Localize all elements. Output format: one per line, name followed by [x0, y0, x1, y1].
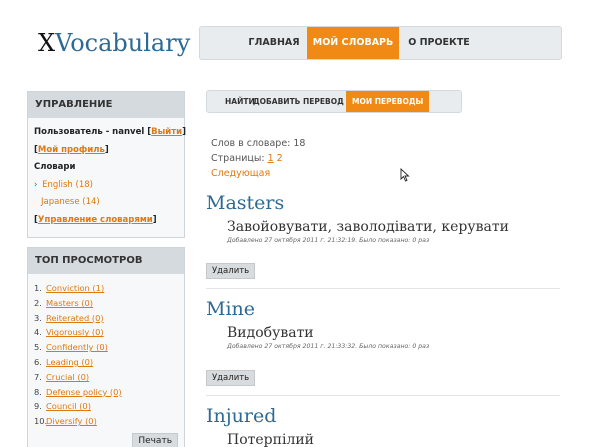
entry-injured: Injured Потерпілий [206, 405, 560, 447]
item-number: 1. [34, 283, 42, 293]
manage-line: [Управление словарями] [34, 214, 157, 225]
entry-mine: Mine Видобувати Добавлено 27 октября 201… [206, 298, 560, 386]
top-views-item: 5. Confidently (0) [34, 340, 178, 355]
top-word-link[interactable]: Defense policy (0) [46, 387, 122, 397]
mouse-cursor-icon [400, 168, 410, 182]
dictionaries-label: Словари [34, 162, 76, 172]
top-word-link[interactable]: Confidently (0) [46, 342, 108, 352]
entry-translation: Видобувати [227, 325, 314, 341]
top-views-panel: ТОП ПРОСМОТРОВ 1. Conviction (1) 2. Masters… [27, 247, 185, 447]
dict-japanese[interactable]: Japanese (14) [34, 194, 178, 212]
dict-english-label: English (18) [42, 179, 93, 190]
top-views-title: ТОП ПРОСМОТРОВ [28, 248, 184, 274]
management-panel: УПРАВЛЕНИЕ Пользователь - nanvel [Выйти]… [27, 91, 186, 238]
pages-label: Страницы: [211, 153, 268, 164]
next-page-link[interactable]: Следующая [211, 166, 305, 181]
profile-line: [Мой профиль] [34, 144, 109, 155]
top-views-item: 9. Council (0) [34, 399, 178, 414]
entry-word[interactable]: Masters [206, 192, 560, 214]
top-views-item: 3. Reiterated (0) [34, 311, 178, 326]
entry-meta: Добавлено 27 октября 2011 г. 21:32:19. Б… [227, 237, 430, 244]
site-logo[interactable]: XVocabulary [38, 29, 190, 57]
item-number: 3. [34, 312, 42, 323]
logo-text: Vocabulary [55, 29, 191, 57]
top-word-link[interactable]: Council (0) [46, 401, 91, 411]
print-button[interactable]: Печать [132, 432, 178, 447]
nav-about[interactable]: О ПРОЕКТЕ [399, 27, 479, 59]
top-views-item: 2. Masters (0) [34, 296, 178, 311]
top-word-link[interactable]: Conviction (1) [46, 283, 104, 293]
pages-line: Страницы: 1 2 [211, 151, 305, 166]
top-word-link[interactable]: Reiterated (0) [46, 313, 104, 323]
page-1-link[interactable]: 1 [268, 153, 274, 164]
nav-home[interactable]: ГЛАВНАЯ [236, 27, 312, 59]
manage-dictionaries-link[interactable]: Управление словарями [38, 215, 153, 225]
subnav-find[interactable]: НАЙТИ [225, 91, 255, 112]
top-word-link[interactable]: Leading (0) [46, 357, 93, 367]
user-text: Пользователь - nanvel [34, 127, 148, 137]
top-word-link[interactable]: Diversify (0) [46, 416, 97, 426]
entry-translation: Потерпілий [227, 432, 314, 447]
top-word-link[interactable]: Vigorously (0) [46, 327, 104, 337]
dictionary-stats: Слов в словаре: 18 Страницы: 1 2 Следующ… [211, 136, 305, 181]
logo-x: X [38, 29, 56, 57]
item-number: 4. [34, 327, 42, 338]
item-number: 8. [34, 386, 42, 397]
dict-english[interactable]: › English (18) [34, 177, 178, 195]
word-count: Слов в словаре: 18 [211, 138, 306, 149]
delete-button[interactable]: Удалить [206, 263, 256, 279]
entry-word[interactable]: Mine [206, 298, 560, 320]
top-word-link[interactable]: Masters (0) [46, 298, 93, 308]
top-views-list: 1. Conviction (1) 2. Masters (0) 3. Reiterate… [34, 281, 178, 429]
item-number: 6. [34, 356, 42, 367]
entry-word[interactable]: Injured [206, 405, 560, 427]
page-2-link[interactable]: 2 [277, 153, 283, 164]
profile-link[interactable]: Мой профиль [38, 145, 105, 155]
top-views-item: 8. Defense policy (0) [34, 385, 178, 400]
subnav-add-translation[interactable]: ДОБАВИТЬ ПЕРЕВОД [253, 91, 344, 112]
entry-translation: Завойовувати, заволодівати, керувати [227, 219, 509, 235]
entry-meta: Добавлено 27 октября 2011 г. 21:33:32. Б… [227, 343, 430, 350]
top-views-item: 10.Diversify (0) [34, 414, 178, 429]
delete-button[interactable]: Удалить [206, 370, 256, 386]
logout-link[interactable]: Выйти [151, 127, 182, 137]
chevron-right-icon: › [34, 179, 38, 190]
subnav-my-translations[interactable]: МОИ ПЕРЕВОДЫ [346, 91, 430, 112]
top-views-item: 1. Conviction (1) [34, 281, 178, 296]
sub-nav: НАЙТИ ДОБАВИТЬ ПЕРЕВОД МОИ ПЕРЕВОДЫ [206, 90, 462, 113]
nav-my-dictionary[interactable]: МОЙ СЛОВАРЬ [307, 27, 399, 59]
top-views-item: 6. Leading (0) [34, 355, 178, 370]
entry-masters: Masters Завойовувати, заволодівати, керу… [206, 192, 560, 279]
item-number: 5. [34, 342, 42, 353]
divider [206, 395, 560, 396]
item-number: 10. [34, 416, 48, 427]
item-number: 2. [34, 297, 42, 308]
user-line: Пользователь - nanvel [Выйти] [34, 127, 186, 137]
top-views-item: 4. Vigorously (0) [34, 325, 178, 340]
dict-japanese-label: Japanese (14) [41, 197, 100, 207]
divider [206, 288, 560, 289]
top-word-link[interactable]: Crucial (0) [46, 372, 89, 382]
item-number: 7. [34, 371, 42, 382]
top-views-item: 7. Crucial (0) [34, 370, 178, 385]
item-number: 9. [34, 401, 42, 412]
main-nav: ГЛАВНАЯ МОЙ СЛОВАРЬ О ПРОЕКТЕ [199, 26, 562, 60]
management-title: УПРАВЛЕНИЕ [28, 92, 184, 118]
